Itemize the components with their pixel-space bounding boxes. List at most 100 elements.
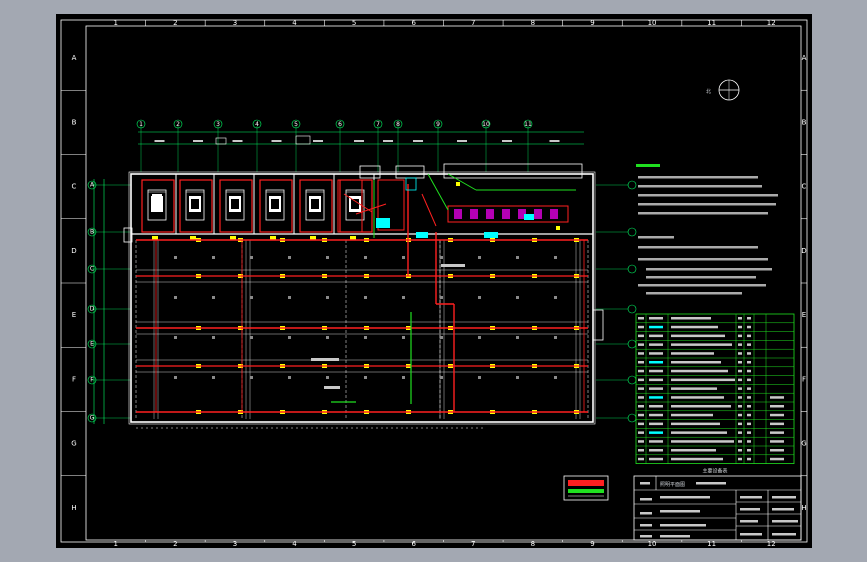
zone-markers-right: A B C D E F G H [801,54,807,512]
table-cell [638,413,644,417]
note-line [638,236,674,239]
north-label: 北 [706,88,711,95]
equipment-table: 主要设备表 [635,313,795,475]
switchboard-block [152,194,162,212]
title-block-text [660,496,710,499]
ceiling-fixture [288,376,291,379]
ceiling-fixture [250,296,253,299]
table-symbol [649,457,663,461]
table-cell [770,422,784,426]
title-block-text [772,533,796,536]
table-symbol [649,352,663,355]
zone-col-bottom-11: 11 [707,540,716,548]
table-symbol [649,361,663,364]
note-line [638,203,776,206]
ceiling-fixture [440,296,443,299]
zone-row-left-G: G [71,440,76,448]
table-cell [738,325,742,329]
note-line [638,258,768,261]
table-cell [738,334,742,338]
table-cell [638,440,644,443]
table-cell [738,378,742,382]
table-cell [671,405,731,408]
zone-col-bottom-4: 4 [292,540,297,548]
table-symbol [649,396,663,399]
table-symbol [649,343,663,346]
building-walls [123,135,604,425]
ceiling-fixture [364,336,367,339]
table-symbol [649,378,663,382]
table-cell [638,369,644,373]
table-cell [738,317,742,320]
table-cell [747,413,751,417]
table-cell [671,361,721,364]
ceiling-fixture [516,256,519,259]
zone-col-top-8: 8 [531,19,535,27]
table-cell [638,405,644,408]
table-cell [747,422,751,426]
zone-col-top-12: 12 [767,19,776,27]
ceiling-fixture [402,336,405,339]
table-symbol [649,449,663,452]
table-cell [671,387,717,390]
table-cell [738,352,742,355]
table-cell [747,396,751,399]
title-block-text [772,508,794,511]
zone-col-bottom-5: 5 [352,540,356,548]
zone-row-right-D: D [801,247,806,255]
table-symbol [649,325,663,329]
table-cell [638,334,644,338]
ceiling-fixture [364,296,367,299]
table-symbol [649,369,663,373]
table-cell [747,352,751,355]
zone-col-bottom-7: 7 [471,540,475,548]
table-cell [738,440,742,443]
table-cell [638,325,644,329]
axis-label-11: 11 [524,121,532,128]
note-line [646,268,772,271]
ceiling-fixture [478,256,481,259]
axis-label-row-E: E [90,341,94,348]
ceiling-fixture [478,336,481,339]
table-cell [738,457,742,461]
zone-col-top-9: 9 [590,19,594,27]
axis-label-6: 6 [338,121,342,128]
zone-row-left-B: B [72,118,77,126]
zone-row-right-F: F [802,375,806,383]
zone-row-left-A: A [72,54,77,62]
table-cell [638,387,644,390]
table-cell [747,431,751,434]
axis-label-row-F: F [90,377,94,384]
ceiling-fixture [212,376,215,379]
note-line [638,194,778,197]
note-line [638,212,768,215]
ceiling-fixture [364,376,367,379]
zone-row-right-C: C [802,183,807,191]
zone-col-bottom-10: 10 [648,540,657,548]
cyan-equipment [376,218,390,228]
title-block-text [740,520,758,523]
table-cell [671,334,725,338]
zone-col-bottom-6: 6 [411,540,416,548]
zone-row-right-G: G [801,440,806,448]
cad-drawing-viewport[interactable]: 1 2 3 4 5 6 7 8 9 10 11 12 1 2 3 4 5 6 7 8 9 10 11 12 ABCDEFGH… [56,14,812,548]
title-block-text [640,482,650,485]
table-cell [671,422,720,426]
table-cell [671,378,735,382]
axis-bubble-right-5 [627,375,637,385]
ceiling-fixture [554,336,557,339]
ceiling-fixture [516,336,519,339]
note-line [638,284,766,287]
ceiling-fixture [326,336,329,339]
ceiling-fixture [212,256,215,259]
table-cell [747,440,751,443]
table-cell [671,325,718,329]
title-block-text [772,520,798,523]
table-cell [671,449,716,452]
table-cell [638,378,644,382]
axis-bubble-right-0 [627,180,637,190]
zone-col-top-7: 7 [471,19,475,27]
table-cell [738,396,742,399]
title-block-text [660,510,700,513]
note-line [638,176,758,179]
